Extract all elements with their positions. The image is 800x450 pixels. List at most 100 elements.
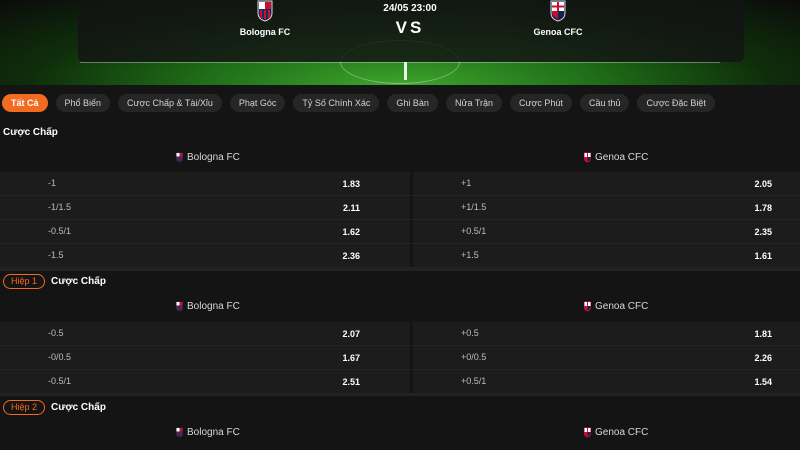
table-row: -0.5/1 1.62 +0.5/1 2.35	[0, 220, 800, 244]
handicap-line: +1	[461, 178, 472, 188]
odd-value: 2.36	[342, 251, 360, 261]
home-odd-cell[interactable]: -0.5 2.07	[0, 322, 410, 345]
handicap-line: +1/1.5	[461, 202, 487, 212]
away-odd-cell[interactable]: +1/1.5 1.78	[413, 196, 800, 219]
home-odd-cell[interactable]: -0/0.5 1.67	[0, 346, 410, 369]
away-team-header: Genoa CFC	[583, 427, 648, 438]
tab-goalscorer[interactable]: Ghi Bàn	[387, 94, 438, 112]
handicap-line: +0.5/1	[461, 226, 487, 236]
section-divider	[0, 393, 800, 396]
half-badge: Hiệp 2	[3, 399, 46, 415]
section-title: Hiệp 1 Cược Chấp	[0, 273, 800, 289]
home-odd-cell[interactable]: -1/1.5 2.11	[0, 196, 410, 219]
handicap-line: -1	[48, 178, 57, 188]
handicap-line: +0.5/1	[461, 376, 487, 386]
handicap-line: -1/1.5	[48, 202, 72, 212]
odd-value: 1.83	[342, 179, 360, 189]
section-divider	[0, 268, 800, 271]
away-odd-cell[interactable]: +0.5/1 2.35	[413, 220, 800, 243]
away-odd-cell[interactable]: +0/0.5 2.26	[413, 346, 800, 369]
home-odd-cell[interactable]: -0.5/1 1.62	[0, 220, 410, 243]
away-team-header: Genoa CFC	[583, 152, 648, 163]
home-team-label: Bologna FC	[187, 427, 240, 438]
handicap-line: -0.5	[48, 328, 64, 338]
section-title: Cược Chấp	[0, 124, 800, 140]
tab-minute-bets[interactable]: Cược Phút	[510, 94, 572, 112]
home-team-header: Bologna FC	[175, 427, 240, 438]
odd-value: 2.05	[754, 179, 772, 189]
bologna-crest-icon	[176, 301, 183, 312]
home-team-label: Bologna FC	[187, 152, 240, 163]
table-row: -1/1.5 2.11 +1/1.5 1.78	[0, 196, 800, 220]
handicap-section-full: Cược Chấp Bologna FC Genoa CFC -1 1.83 +1…	[0, 124, 800, 268]
handicap-section-second-half: Hiệp 2 Cược Chấp Bologna FC Genoa CFC	[0, 399, 800, 450]
home-team-header: Bologna FC	[175, 152, 240, 163]
odd-value: 2.51	[342, 377, 360, 387]
table-row: -1 1.83 +1 2.05	[0, 172, 800, 196]
tab-players[interactable]: Cầu thủ	[579, 94, 630, 112]
bologna-crest-icon	[176, 427, 183, 438]
odd-value: 1.62	[342, 227, 360, 237]
tab-all[interactable]: Tất Cả	[2, 94, 48, 112]
handicap-line: +0.5	[461, 328, 479, 338]
away-odd-cell[interactable]: +0.5/1 1.54	[413, 370, 800, 393]
away-team-header: Genoa CFC	[583, 301, 648, 312]
tab-specials[interactable]: Cược Đặc Biệt	[637, 94, 715, 112]
genoa-crest-icon	[550, 0, 566, 22]
tab-popular[interactable]: Phổ Biến	[55, 94, 111, 112]
away-team-label: Genoa CFC	[595, 427, 649, 438]
odd-value: 1.81	[754, 329, 772, 339]
table-row: -0.5 2.07 +0.5 1.81	[0, 322, 800, 346]
tab-correct-score[interactable]: Tỷ Số Chính Xác	[293, 94, 380, 112]
tab-half-time[interactable]: Nửa Trận	[445, 94, 502, 112]
odds-rows: -0.5 2.07 +0.5 1.81 -0/0.5 1.67 +0/0.5 2.26 …	[0, 322, 800, 394]
odd-value: 2.07	[342, 329, 360, 339]
odd-value: 1.67	[342, 353, 360, 363]
odd-value: 2.11	[342, 203, 360, 213]
genoa-crest-icon	[584, 152, 591, 163]
handicap-line: -0/0.5	[48, 352, 72, 362]
tab-corners[interactable]: Phạt Góc	[229, 94, 286, 112]
section-title: Hiệp 2 Cược Chấp	[0, 399, 800, 415]
table-row: -0.5/1 2.51 +0.5/1 1.54	[0, 370, 800, 394]
bologna-crest-icon	[176, 152, 183, 163]
match-datetime: 24/05 23:00	[383, 3, 437, 14]
odd-value: 1.54	[754, 377, 772, 387]
section-title-text: Cược Chấp	[51, 275, 106, 287]
away-team-label: Genoa CFC	[595, 301, 649, 312]
home-team-header: Bologna FC	[175, 301, 240, 312]
away-team-name: Genoa CFC	[533, 27, 583, 37]
market-tabs: Tất Cả Phổ Biến Cược Chấp & Tài/Xỉu Phạt…	[0, 92, 800, 114]
versus-label: VS	[395, 18, 425, 37]
home-odd-cell[interactable]: -1 1.83	[0, 172, 410, 195]
section-title-text: Cược Chấp	[3, 126, 58, 138]
match-header: Bologna FC 24/05 23:00 VS Genoa CFC	[0, 0, 800, 85]
away-team-label: Genoa CFC	[595, 152, 649, 163]
odds-rows: -1 1.83 +1 2.05 -1/1.5 2.11 +1/1.5 1.78 -0.5…	[0, 172, 800, 268]
away-odd-cell[interactable]: +1.5 1.61	[413, 244, 800, 267]
home-team-name: Bologna FC	[239, 27, 291, 37]
handicap-line: -1.5	[48, 250, 64, 260]
odd-value: 1.78	[754, 203, 772, 213]
team-header-row: Bologna FC Genoa CFC	[0, 415, 800, 450]
home-team-block[interactable]: Bologna FC	[230, 0, 300, 37]
handicap-line: -0.5/1	[48, 226, 72, 236]
tab-handicap-over-under[interactable]: Cược Chấp & Tài/Xỉu	[118, 94, 222, 112]
away-odd-cell[interactable]: +1 2.05	[413, 172, 800, 195]
odd-value: 2.26	[754, 353, 772, 363]
pitch-center-mark	[404, 62, 407, 80]
handicap-line: +1.5	[461, 250, 479, 260]
genoa-crest-icon	[584, 427, 591, 438]
genoa-crest-icon	[584, 301, 591, 312]
away-team-block[interactable]: Genoa CFC	[520, 0, 596, 37]
team-header-row: Bologna FC Genoa CFC	[0, 140, 800, 172]
section-title-text: Cược Chấp	[51, 401, 106, 413]
bologna-crest-icon	[257, 0, 273, 22]
table-row: -1.5 2.36 +1.5 1.61	[0, 244, 800, 268]
odd-value: 2.35	[754, 227, 772, 237]
away-odd-cell[interactable]: +0.5 1.81	[413, 322, 800, 345]
home-odd-cell[interactable]: -1.5 2.36	[0, 244, 410, 267]
handicap-section-first-half: Hiệp 1 Cược Chấp Bologna FC Genoa CFC -0…	[0, 273, 800, 394]
home-odd-cell[interactable]: -0.5/1 2.51	[0, 370, 410, 393]
handicap-line: -0.5/1	[48, 376, 72, 386]
